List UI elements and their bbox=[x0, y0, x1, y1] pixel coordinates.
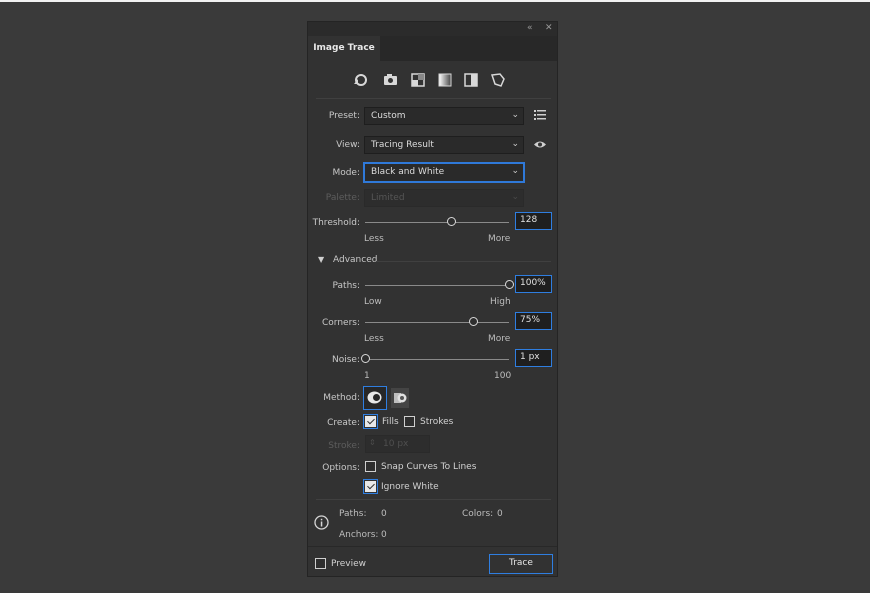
stats-anchors-label: Anchors: bbox=[339, 530, 379, 540]
threshold-slider-handle[interactable] bbox=[446, 217, 456, 226]
threshold-min-label: Less bbox=[364, 234, 384, 244]
threshold-input[interactable]: 128 bbox=[515, 212, 552, 230]
paths-label: Paths: bbox=[332, 281, 361, 291]
panel-tab-strip: Image Trace bbox=[308, 36, 557, 61]
stepper-icon: ⇕ bbox=[369, 438, 376, 447]
stroke-value: 10 px bbox=[383, 439, 409, 449]
noise-min-label: 1 bbox=[364, 371, 370, 381]
chevron-down-icon: ⌄ bbox=[511, 110, 519, 120]
abutting-method-icon bbox=[367, 391, 382, 404]
mode-value: Black and White bbox=[371, 167, 445, 177]
overlapping-method-icon bbox=[394, 393, 407, 403]
chevron-down-icon: ⌄ bbox=[511, 139, 519, 149]
palette-select: Limited ⌄ bbox=[364, 189, 524, 207]
noise-label: Noise: bbox=[332, 355, 360, 365]
stats-paths-label: Paths: bbox=[339, 509, 367, 519]
noise-slider-handle[interactable] bbox=[360, 354, 370, 363]
fills-checkbox[interactable] bbox=[365, 416, 376, 427]
advanced-label: Advanced bbox=[333, 255, 378, 265]
chevron-down-icon: ⌄ bbox=[511, 192, 519, 202]
high-color-icon[interactable] bbox=[383, 73, 398, 87]
ignore-white-label: Ignore White bbox=[381, 482, 439, 492]
view-select[interactable]: Tracing Result ⌄ bbox=[364, 136, 524, 154]
paths-input[interactable]: 100% bbox=[515, 275, 552, 293]
view-value: Tracing Result bbox=[371, 140, 434, 150]
paths-slider-track[interactable] bbox=[365, 285, 509, 286]
mode-select[interactable]: Black and White ⌄ bbox=[364, 163, 524, 182]
ignore-white-checkbox[interactable] bbox=[365, 481, 376, 492]
stats-colors-label: Colors: bbox=[462, 509, 494, 519]
preset-menu-icon[interactable] bbox=[534, 110, 546, 120]
stats-anchors-value: 0 bbox=[381, 530, 387, 540]
black-and-white-icon[interactable] bbox=[464, 73, 478, 87]
noise-max-label: 100 bbox=[494, 371, 512, 381]
corners-slider-track[interactable] bbox=[365, 322, 509, 323]
info-icon bbox=[314, 515, 329, 530]
chevron-down-icon: ⌄ bbox=[511, 166, 519, 176]
corners-min-label: Less bbox=[364, 334, 384, 344]
preset-select[interactable]: Custom ⌄ bbox=[364, 107, 524, 125]
triangle-down-icon: ▼ bbox=[318, 255, 325, 264]
preview-label: Preview bbox=[331, 559, 367, 569]
auto-color-icon[interactable] bbox=[352, 72, 368, 88]
palette-value: Limited bbox=[371, 193, 405, 203]
options-label: Options: bbox=[322, 463, 360, 473]
divider bbox=[376, 261, 551, 262]
preset-label: Preset: bbox=[328, 111, 360, 121]
noise-input[interactable]: 1 px bbox=[515, 349, 552, 367]
mode-label: Mode: bbox=[332, 168, 360, 178]
palette-label: Palette: bbox=[325, 193, 360, 203]
strokes-label: Strokes bbox=[420, 417, 454, 427]
paths-slider-handle[interactable] bbox=[504, 280, 514, 289]
divider bbox=[316, 98, 551, 99]
grayscale-icon[interactable] bbox=[438, 73, 452, 87]
threshold-slider-track[interactable] bbox=[365, 222, 509, 223]
paths-min-label: Low bbox=[364, 297, 382, 307]
stats-paths-value: 0 bbox=[381, 509, 387, 519]
method-abutting-button[interactable] bbox=[363, 386, 387, 410]
fills-label: Fills bbox=[382, 417, 399, 427]
threshold-label: Threshold: bbox=[312, 218, 360, 228]
low-color-icon[interactable] bbox=[411, 73, 425, 87]
panel-titlebar[interactable]: « ✕ bbox=[308, 22, 557, 36]
method-overlapping-button[interactable] bbox=[391, 388, 409, 408]
tab-image-trace[interactable]: Image Trace bbox=[308, 36, 380, 61]
divider bbox=[316, 499, 551, 500]
preset-value: Custom bbox=[371, 111, 406, 121]
image-trace-panel: « ✕ Image Trace Preset: Custom ⌄ View: T… bbox=[307, 21, 558, 577]
corners-input[interactable]: 75% bbox=[515, 312, 552, 330]
preset-icon-row bbox=[352, 72, 522, 90]
trace-button[interactable]: Trace bbox=[489, 554, 553, 574]
eye-icon[interactable] bbox=[533, 140, 547, 149]
stats-colors-value: 0 bbox=[497, 509, 503, 519]
view-label: View: bbox=[336, 140, 360, 150]
stroke-label: Stroke: bbox=[328, 441, 360, 451]
top-edge bbox=[0, 0, 870, 2]
preview-checkbox[interactable] bbox=[315, 558, 326, 569]
outline-icon[interactable] bbox=[490, 72, 506, 88]
create-label: Create: bbox=[327, 418, 360, 428]
threshold-max-label: More bbox=[488, 234, 511, 244]
paths-max-label: High bbox=[490, 297, 511, 307]
corners-slider-handle[interactable] bbox=[468, 317, 478, 326]
strokes-checkbox[interactable] bbox=[404, 416, 415, 427]
divider bbox=[308, 546, 557, 547]
snap-curves-checkbox[interactable] bbox=[365, 461, 376, 472]
stroke-input: ⇕ 10 px bbox=[365, 435, 430, 453]
snap-curves-label: Snap Curves To Lines bbox=[381, 462, 477, 472]
corners-max-label: More bbox=[488, 334, 511, 344]
close-icon[interactable]: ✕ bbox=[545, 23, 553, 33]
method-label: Method: bbox=[323, 393, 360, 403]
noise-slider-track[interactable] bbox=[365, 359, 509, 360]
corners-label: Corners: bbox=[322, 318, 360, 328]
double-chevron-left-icon[interactable]: « bbox=[527, 23, 533, 33]
